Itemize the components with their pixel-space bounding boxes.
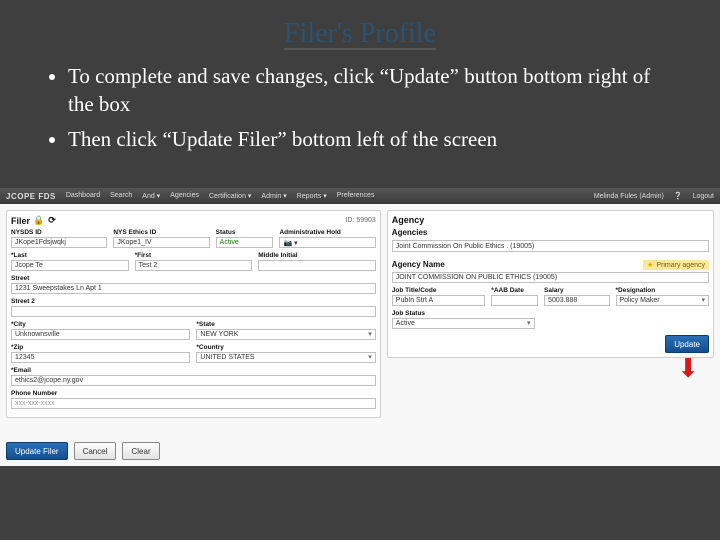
inp-first[interactable]: Test 2	[135, 260, 253, 271]
nav-preferences[interactable]: Preferences	[337, 192, 375, 200]
sel-country[interactable]: UNITED STATES	[196, 352, 375, 363]
nav-reports[interactable]: Reports ▾	[297, 192, 327, 200]
update-filer-button[interactable]: Update Filer	[6, 442, 68, 460]
agencies-subhead: Agencies	[392, 228, 709, 237]
agency-panel: Agency Agencies Joint Commission On Publ…	[387, 210, 714, 358]
bullet-2: Then click “Update Filer” bottom left of…	[68, 125, 680, 153]
clear-button[interactable]: Clear	[122, 442, 159, 460]
help-icon[interactable]: ❔	[674, 192, 683, 200]
nav-and[interactable]: And ▾	[142, 192, 160, 200]
app-brand: JCOPE FDS	[6, 192, 56, 201]
refresh-icon[interactable]: ⟳	[48, 215, 56, 226]
inp-salary[interactable]: 5003.888	[544, 295, 609, 306]
nav-agencies[interactable]: Agencies	[170, 192, 199, 200]
nav-admin[interactable]: Admin ▾	[261, 192, 286, 200]
lbl-state: *State	[196, 321, 375, 328]
sel-designation[interactable]: Policy Maker	[616, 295, 710, 306]
topbar-user: Melinda Fules (Admin)	[594, 193, 664, 200]
inp-jobtitle[interactable]: PubIn Strt A	[392, 295, 486, 306]
bullet-1: To complete and save changes, click “Upd…	[68, 62, 680, 119]
app-screenshot: JCOPE FDS Dashboard Search And ▾ Agencie…	[0, 188, 720, 466]
lock-icon: 🔒	[33, 215, 44, 226]
inp-street[interactable]: 1231 Sweepstakes Ln Apt 1	[11, 283, 376, 294]
slide-footer-dark	[0, 466, 720, 540]
star-icon: ★	[647, 261, 653, 269]
val-status: Active	[216, 237, 274, 248]
inp-city[interactable]: Unknownsville	[11, 329, 190, 340]
inp-email[interactable]: ethics2@jcope.ny.gov	[11, 375, 376, 386]
lbl-street: Street	[11, 275, 376, 282]
filer-panel-title: Filer	[11, 216, 30, 226]
arrow-pointer-update-icon: ⬇	[677, 355, 699, 381]
lbl-country: *Country	[196, 344, 375, 351]
lbl-city: *City	[11, 321, 190, 328]
nav-search[interactable]: Search	[110, 192, 132, 200]
slide-title: Filer's Profile	[0, 0, 720, 56]
val-aabdate	[491, 295, 538, 306]
nav-logout[interactable]: Logout	[693, 193, 714, 200]
lbl-nysethics: NYS Ethics ID	[113, 229, 209, 236]
nav-dashboard[interactable]: Dashboard	[66, 192, 100, 200]
lbl-phone: Phone Number	[11, 390, 376, 397]
footer-buttons: Update Filer Cancel Clear ⬆	[6, 442, 160, 460]
sel-state[interactable]: NEW YORK	[196, 329, 375, 340]
lbl-status: Status	[216, 229, 274, 236]
lbl-zip: *Zip	[11, 344, 190, 351]
app-topbar: JCOPE FDS Dashboard Search And ▾ Agencie…	[0, 188, 720, 204]
inp-zip[interactable]: 12345	[11, 352, 190, 363]
lbl-last: *Last	[11, 252, 129, 259]
slide-bullets: To complete and save changes, click “Upd…	[0, 56, 720, 169]
agency-name-value: JOINT COMMISSION ON PUBLIC ETHICS (19005…	[392, 272, 709, 283]
primary-agency-badge: ★Primary agency	[643, 260, 709, 270]
filer-id: ID: 59903	[345, 217, 375, 224]
inp-phone[interactable]: xxx-xxx-xxxx	[11, 398, 376, 409]
cancel-button[interactable]: Cancel	[74, 442, 117, 460]
app-nav: Dashboard Search And ▾ Agencies Certific…	[66, 192, 375, 200]
filer-panel: Filer 🔒 ⟳ ID: 59903 NYSDS IDJKope1Fdsjwq…	[6, 210, 381, 418]
lbl-street2: Street 2	[11, 298, 376, 305]
sel-jobstatus[interactable]: Active	[392, 318, 535, 329]
agency-name-label: Agency Name	[392, 260, 445, 269]
lbl-jobtitle: Job Title/Code	[392, 287, 486, 294]
lbl-adminhold: Administrative Hold	[279, 229, 375, 236]
lbl-salary: Salary	[544, 287, 609, 294]
lbl-aabdate: *AAB Date	[491, 287, 538, 294]
lbl-first: *First	[135, 252, 253, 259]
update-button[interactable]: Update	[665, 335, 709, 353]
inp-middle[interactable]	[258, 260, 376, 271]
inp-last[interactable]: Jcope Te	[11, 260, 129, 271]
val-adminhold[interactable]: 📷 ▾	[279, 237, 375, 248]
lbl-email: *Email	[11, 367, 376, 374]
val-nysethics: JKope1_IV	[113, 237, 209, 248]
lbl-jobstatus: Job Status	[392, 310, 535, 317]
agency-panel-title: Agency	[392, 215, 425, 225]
agency-selected: Joint Commission On Public Ethics . (190…	[392, 240, 709, 252]
lbl-middle: Middle Initial	[258, 252, 376, 259]
lbl-nysds: NYSDS ID	[11, 229, 107, 236]
nav-certification[interactable]: Certification ▾	[209, 192, 251, 200]
val-nysds: JKope1Fdsjwqkj	[11, 237, 107, 248]
inp-street2[interactable]	[11, 306, 376, 317]
lbl-designation: *Designation	[616, 287, 710, 294]
